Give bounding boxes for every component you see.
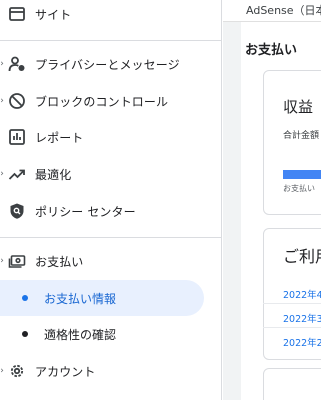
sidebar-subitem-payment-info[interactable]: お支払い情報: [0, 280, 204, 316]
row-divider: [263, 327, 321, 328]
row-divider: [263, 303, 321, 304]
report-chart-icon: [7, 127, 27, 147]
chevron-right-icon: ›: [0, 366, 4, 376]
sidebar-item-label: サイト: [35, 7, 72, 22]
sidebar-item-blocking-controls[interactable]: › ブロックのコントロール: [0, 83, 222, 119]
bullet-dot-icon: [22, 295, 28, 301]
chevron-right-icon: ›: [0, 96, 4, 106]
usage-link[interactable]: 2022年4: [283, 287, 321, 301]
earnings-total-label: 合計金額: [283, 131, 320, 141]
usage-link[interactable]: 2022年3: [283, 311, 321, 325]
payments-icon: [7, 251, 27, 271]
privacy-person-icon: [7, 54, 27, 74]
sidebar-item-sites[interactable]: サイト: [0, 0, 222, 32]
policy-shield-icon: [7, 201, 27, 221]
usage-link[interactable]: 2022年2: [283, 335, 321, 349]
sidebar-item-privacy-messaging[interactable]: › プライバシーとメッセージ: [0, 46, 222, 82]
sidebar-item-label: お支払い: [35, 254, 84, 269]
earnings-card-title: 収益: [283, 98, 314, 116]
next-card: [263, 368, 321, 400]
sidebar-subitem-label: 適格性の確認: [44, 327, 117, 342]
block-icon: [7, 91, 27, 111]
trending-up-icon: [7, 164, 27, 184]
sidebar-divider: [0, 237, 222, 238]
sidebar-item-label: プライバシーとメッセージ: [35, 57, 180, 72]
sidebar-item-optimization[interactable]: › 最適化: [0, 156, 222, 192]
chevron-right-icon: ›: [0, 59, 4, 69]
gear-icon: [7, 361, 27, 381]
sidebar-subitem-eligibility-check[interactable]: 適格性の確認: [0, 316, 204, 352]
sidebar-item-reports[interactable]: レポート: [0, 119, 222, 155]
sidebar-item-label: ブロックのコントロール: [35, 94, 169, 109]
chevron-right-icon: ›: [0, 169, 4, 179]
sidebar: サイト › プライバシーとメッセージ › ブロックのコントロール レポート › …: [0, 0, 222, 400]
sidebar-item-label: ポリシー センター: [35, 204, 136, 219]
sidebar-item-label: レポート: [35, 130, 84, 145]
page-title: お支払い: [245, 43, 298, 58]
chevron-down-icon: ›: [0, 256, 4, 266]
sidebar-divider: [0, 40, 222, 41]
usage-card-title: ご利用: [283, 247, 321, 266]
sidebar-subitem-label: お支払い情報: [44, 291, 117, 306]
top-app-bar: AdSense（日本: [223, 0, 321, 22]
earnings-progress-bar: [283, 170, 321, 179]
earnings-bar-caption: お支払い: [283, 184, 315, 193]
main-content: AdSense（日本 お支払い 収益 合計金額 お支払い ご利用 2022年4 …: [223, 0, 321, 400]
sidebar-item-account[interactable]: › アカウント: [0, 353, 222, 389]
site-icon: [7, 4, 27, 24]
sidebar-item-label: 最適化: [35, 167, 72, 182]
sidebar-item-policy-center[interactable]: ポリシー センター: [0, 193, 222, 229]
app-title: AdSense（日本: [246, 4, 321, 17]
sidebar-item-payments[interactable]: › お支払い: [0, 243, 222, 279]
bullet-dot-icon: [22, 331, 28, 337]
sidebar-item-label: アカウント: [35, 364, 96, 379]
